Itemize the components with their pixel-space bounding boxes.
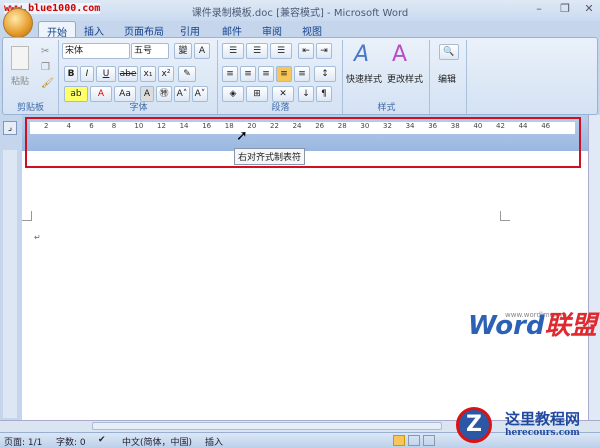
word-count[interactable]: 字数: 0 — [56, 435, 86, 448]
distributed-button[interactable]: ≡ — [294, 66, 310, 82]
title-bar: 课件录制模板.doc [兼容模式] - Microsoft Word www.b… — [0, 0, 600, 21]
watermark-brand: Word — [468, 311, 545, 341]
paragraph-label: 段落 — [271, 103, 290, 113]
font-label: 字体 — [129, 103, 148, 113]
editing-group: 🔍 编辑 — [431, 40, 467, 114]
tab-page-layout[interactable]: 页面布局 — [116, 21, 172, 38]
insert-mode[interactable]: 插入 — [205, 435, 223, 448]
logo-name: 这里教程网 — [505, 410, 581, 428]
paragraph-group: ☰ ☰ ☰ ⇤ ⇥ ≡ ≡ ≡ ≡ ≡ ↕ ◈ ⊞ ✕ ↓ ¶ 段落 — [219, 40, 343, 114]
copy-icon[interactable]: ❐ — [41, 62, 50, 73]
horizontal-scroll-thumb[interactable] — [92, 422, 442, 430]
tab-references[interactable]: 引用 — [172, 21, 208, 38]
find-icon[interactable]: 🔍 — [439, 44, 459, 60]
logo-url: herecours.com — [505, 428, 580, 438]
web-layout-button[interactable] — [423, 435, 435, 446]
margin-corner-left — [22, 211, 32, 221]
strikethrough-button[interactable]: abe — [118, 66, 138, 82]
phonetic-guide-button[interactable]: 變 — [174, 43, 192, 59]
quick-styles-icon: A — [354, 42, 370, 67]
margin-corner-right — [500, 211, 510, 221]
tab-selector-button[interactable]: ⌟ — [3, 121, 17, 135]
page-count[interactable]: 页面: 1/1 — [4, 435, 42, 448]
align-left-button[interactable]: ≡ — [222, 66, 238, 82]
clipboard-group: 粘贴 ✂ ❐ 🖌 剪贴板 — [3, 40, 59, 114]
clipboard-label: 剪贴板 — [16, 103, 44, 113]
editing-button[interactable]: 编辑 — [438, 72, 456, 85]
restore-button[interactable]: ❐ — [556, 2, 574, 16]
vertical-scrollbar[interactable] — [588, 115, 600, 420]
quick-styles-button[interactable]: 快速样式 — [346, 72, 382, 85]
styles-label: 样式 — [377, 103, 396, 113]
paragraph-mark: ↵ — [34, 233, 41, 242]
document-page[interactable]: ↵ — [22, 151, 588, 420]
proofing-icon[interactable]: ✔ — [98, 435, 106, 445]
close-button[interactable]: ✕ — [580, 2, 598, 16]
align-right-button[interactable]: ≡ — [258, 66, 274, 82]
subscript-button[interactable]: x₁ — [140, 66, 156, 82]
bold-button[interactable]: B — [64, 66, 78, 82]
superscript-button[interactable]: x² — [158, 66, 174, 82]
font-size-select[interactable]: 五号 — [131, 43, 169, 59]
decrease-indent-button[interactable]: ⇤ — [298, 43, 314, 59]
font-group: 宋体 五号 變 A B I U abe x₁ x² ✎ ab A Aa A ㊕ … — [60, 40, 218, 114]
underline-button[interactable]: U — [96, 66, 116, 82]
center-button[interactable]: ≡ — [240, 66, 256, 82]
line-spacing-button[interactable]: ↕ — [314, 66, 336, 82]
minimize-button[interactable]: – — [530, 2, 548, 16]
watermark: Word联盟 — [468, 305, 597, 342]
change-styles-button[interactable]: 更改样式 — [387, 72, 423, 85]
ribbon-tabs: 开始 插入 页面布局 引用 邮件 审阅 视图 — [0, 21, 600, 39]
tab-insert[interactable]: 插入 — [76, 21, 112, 38]
mouse-cursor-icon: ➚ — [236, 128, 248, 144]
full-screen-reading-button[interactable] — [408, 435, 420, 446]
language-status[interactable]: 中文(简体，中国) — [122, 435, 192, 448]
clear-formatting-button[interactable]: ✎ — [178, 66, 196, 82]
format-painter-icon[interactable]: 🖌 — [41, 78, 54, 89]
ribbon: 粘贴 ✂ ❐ 🖌 剪贴板 宋体 五号 變 A B I U abe x₁ x² ✎… — [2, 37, 598, 115]
increase-indent-button[interactable]: ⇥ — [316, 43, 332, 59]
paste-button[interactable]: 粘贴 — [11, 74, 29, 87]
justify-button[interactable]: ≡ — [276, 66, 292, 82]
numbering-button[interactable]: ☰ — [246, 43, 268, 59]
styles-group: A A 快速样式 更改样式 样式 — [344, 40, 430, 114]
watermark-brand-cn: 联盟 — [544, 311, 597, 341]
tab-review[interactable]: 审阅 — [254, 21, 290, 38]
print-layout-button[interactable] — [393, 435, 405, 446]
tooltip: 右对齐式制表符 — [234, 148, 306, 165]
cut-icon[interactable]: ✂ — [41, 46, 49, 57]
change-styles-icon: A — [392, 42, 408, 67]
bullets-button[interactable]: ☰ — [222, 43, 244, 59]
character-border-button[interactable]: A — [194, 43, 210, 59]
multilevel-list-button[interactable]: ☰ — [270, 43, 292, 59]
site-logo: Z — [456, 407, 492, 443]
italic-button[interactable]: I — [80, 66, 94, 82]
tab-mailings[interactable]: 邮件 — [214, 21, 250, 38]
tab-home[interactable]: 开始 — [38, 21, 76, 39]
tab-view[interactable]: 视图 — [294, 21, 330, 38]
vertical-ruler[interactable] — [3, 150, 17, 418]
font-name-select[interactable]: 宋体 — [62, 43, 130, 59]
paste-icon[interactable] — [11, 46, 29, 70]
